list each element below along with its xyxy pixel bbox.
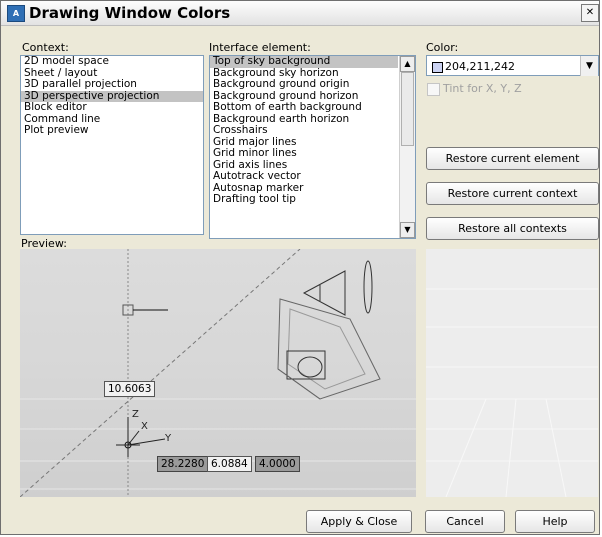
color-dropdown[interactable]: 204,211,242 ▼ (426, 55, 599, 76)
restore-all-contexts-button[interactable]: Restore all contexts (426, 217, 599, 240)
help-button[interactable]: Help (515, 510, 595, 533)
color-swatch (432, 62, 443, 73)
drawing-window-colors-dialog: A Drawing Window Colors ✕ Context: 2D mo… (0, 0, 600, 535)
color-label: Color: (426, 41, 459, 54)
interface-element-label: Interface element: (209, 41, 311, 54)
app-icon: A (7, 5, 25, 22)
scroll-thumb[interactable] (401, 72, 414, 146)
preview-canvas: Z X Y 10.6063 28.2280 6.0884 4.0000 (20, 249, 416, 497)
chevron-down-icon[interactable]: ▼ (580, 56, 598, 76)
context-label: Context: (22, 41, 69, 54)
cancel-button[interactable]: Cancel (425, 510, 505, 533)
element-scrollbar[interactable]: ▲ ▼ (399, 56, 415, 238)
context-list-item[interactable]: 3D parallel projection (21, 78, 203, 91)
close-button[interactable]: ✕ (581, 4, 599, 22)
interface-element-list-item[interactable]: Background ground origin (210, 78, 398, 91)
y-axis-label: Y (164, 433, 172, 444)
interface-element-list-item[interactable]: Drafting tool tip (210, 193, 398, 206)
tint-label: Tint for X, Y, Z (443, 82, 522, 95)
restore-current-context-button[interactable]: Restore current context (426, 182, 599, 205)
context-list-item[interactable]: 2D model space (21, 56, 203, 68)
side-panel-grid (426, 249, 598, 497)
scroll-down-icon[interactable]: ▼ (400, 222, 415, 238)
interface-element-list-item[interactable]: Top of sky background (210, 56, 398, 68)
dynamic-input-y: 6.0884 (207, 456, 252, 472)
interface-element-list-item[interactable]: Autotrack vector (210, 170, 398, 183)
preview-side-panel (426, 249, 598, 497)
x-axis-label: X (141, 421, 148, 432)
z-axis-label: Z (132, 409, 139, 420)
color-value: 204,211,242 (445, 60, 515, 73)
tint-checkbox[interactable] (427, 83, 440, 96)
scroll-up-icon[interactable]: ▲ (400, 56, 415, 72)
context-list-item[interactable]: Block editor (21, 101, 203, 114)
apply-close-button[interactable]: Apply & Close (306, 510, 412, 533)
interface-element-list-item[interactable]: Grid minor lines (210, 147, 398, 160)
interface-element-list-item[interactable]: Crosshairs (210, 124, 398, 137)
dynamic-input-z: 4.0000 (255, 456, 300, 472)
dynamic-input-length: 10.6063 (104, 381, 156, 397)
close-icon: ✕ (585, 7, 595, 18)
interface-element-listbox[interactable]: Top of sky background Background sky hori… (209, 55, 416, 239)
interface-element-list-item[interactable]: Bottom of earth background (210, 101, 398, 114)
title-bar[interactable]: A Drawing Window Colors ✕ (1, 1, 599, 26)
context-listbox[interactable]: 2D model space Sheet / layout 3D parallel … (20, 55, 204, 235)
dynamic-input-x: 28.2280 (157, 456, 209, 472)
window-title: Drawing Window Colors (29, 4, 231, 22)
context-list-item[interactable]: Plot preview (21, 124, 203, 137)
restore-current-element-button[interactable]: Restore current element (426, 147, 599, 170)
